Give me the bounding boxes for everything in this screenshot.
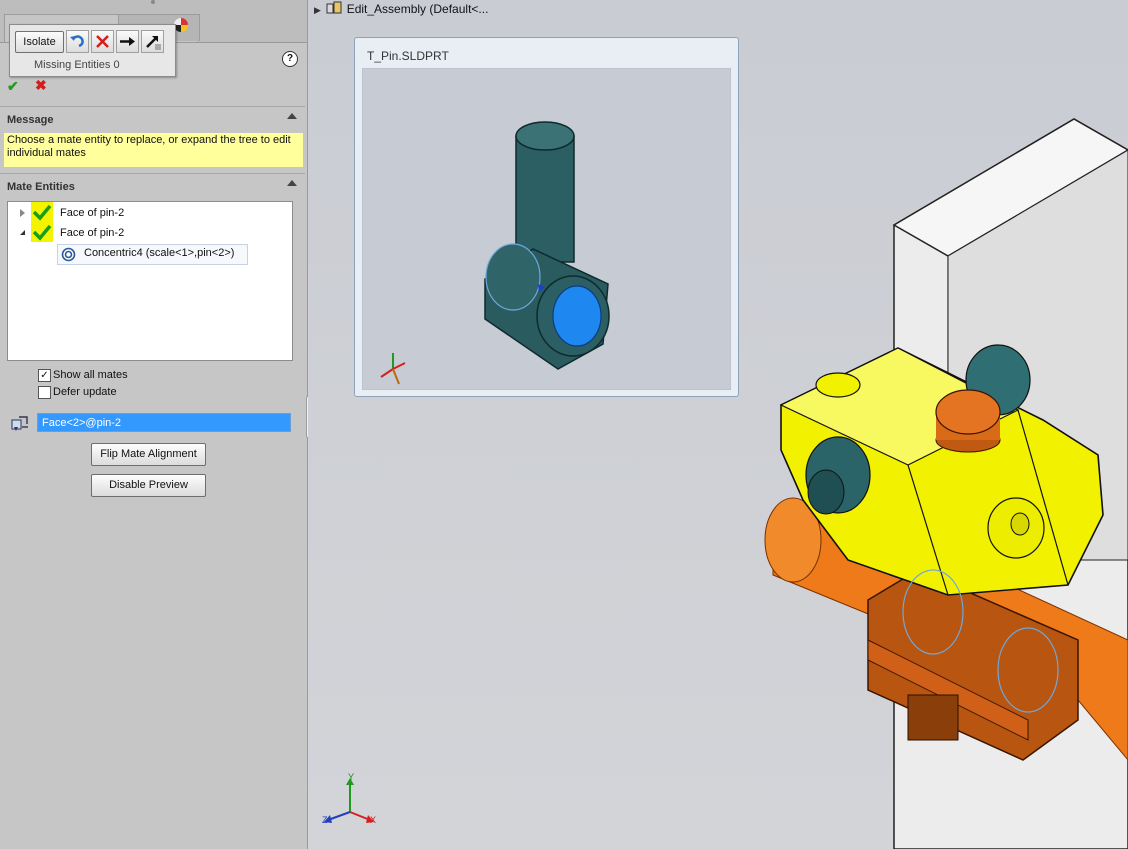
t-pin-preview [380, 121, 610, 385]
delete-icon[interactable] [91, 30, 114, 53]
message-section-title: Message [7, 114, 54, 126]
tree-row-label: Concentric4 (scale<1>,pin<2>) [84, 247, 235, 259]
collapse-up-icon[interactable] [287, 180, 297, 186]
flip-mate-alignment-button[interactable]: Flip Mate Alignment [91, 443, 206, 466]
show-all-mates-checkbox[interactable]: ✓ [38, 369, 51, 382]
missing-entities-label: Missing Entities 0 [34, 59, 120, 71]
triad-z-label: Z [322, 815, 328, 825]
disable-preview-button[interactable]: Disable Preview [91, 474, 206, 497]
green-check-icon [31, 202, 53, 222]
triad-y-label: Y [348, 772, 355, 782]
appearance-tab-icon[interactable] [174, 18, 188, 32]
expand-arrow-icon[interactable] [20, 209, 25, 217]
selected-entity-field[interactable]: Face<2>@pin-2 [37, 413, 291, 432]
green-check-icon [31, 222, 53, 242]
tree-row-label: Face of pin-2 [60, 227, 125, 239]
defer-update-checkbox[interactable] [38, 386, 51, 399]
message-text: Choose a mate entity to replace, or expa… [4, 133, 303, 167]
collapse-arrow-icon[interactable] [20, 230, 25, 235]
assembly-icon [326, 1, 342, 14]
ok-checkmark-icon[interactable]: ✔ [7, 78, 19, 95]
feature-tree-flyout[interactable]: ▶ Edit_Assembly (Default<... [314, 1, 488, 16]
preview-window-title: T_Pin.SLDPRT [367, 49, 449, 63]
defer-update-label: Defer update [53, 386, 117, 398]
preview-canvas [362, 68, 731, 390]
property-manager-panel: Isolate Missing Entities 0 ? ✔ ✖ Message… [0, 0, 308, 849]
mate-entities-section-header[interactable]: Mate Entities [0, 173, 305, 194]
mate-entities-tree[interactable]: Face of pin-2 Face of pin-2 Concentric4 … [7, 201, 293, 361]
undo-icon[interactable] [66, 30, 89, 53]
message-section-header[interactable]: Message [0, 106, 305, 127]
cancel-x-icon[interactable]: ✖ [35, 77, 47, 94]
concentric-mate-icon [61, 247, 76, 262]
tree-row-concentric-mate[interactable]: Concentric4 (scale<1>,pin<2>) [57, 244, 248, 265]
part-preview-window: T_Pin.SLDPRT [354, 37, 739, 397]
grip-dot [151, 0, 155, 4]
expand-arrow-icon[interactable]: ▶ [314, 5, 322, 16]
isolate-popup: Isolate Missing Entities 0 [9, 24, 176, 77]
show-all-mates-label: Show all mates [53, 369, 128, 381]
view-triad-icon [324, 778, 374, 823]
next-arrow-icon[interactable] [116, 30, 139, 53]
assembly-root-label: Edit_Assembly (Default<... [346, 2, 489, 16]
mate-entities-section-title: Mate Entities [7, 181, 75, 193]
tree-row-label: Face of pin-2 [60, 207, 125, 219]
collapse-up-icon[interactable] [287, 113, 297, 119]
isolate-button[interactable]: Isolate [15, 31, 64, 53]
help-icon[interactable]: ? [282, 51, 298, 67]
flip-arrow-icon[interactable] [141, 30, 164, 53]
triad-x-label: X [370, 815, 377, 825]
replace-entity-icon [10, 413, 30, 433]
